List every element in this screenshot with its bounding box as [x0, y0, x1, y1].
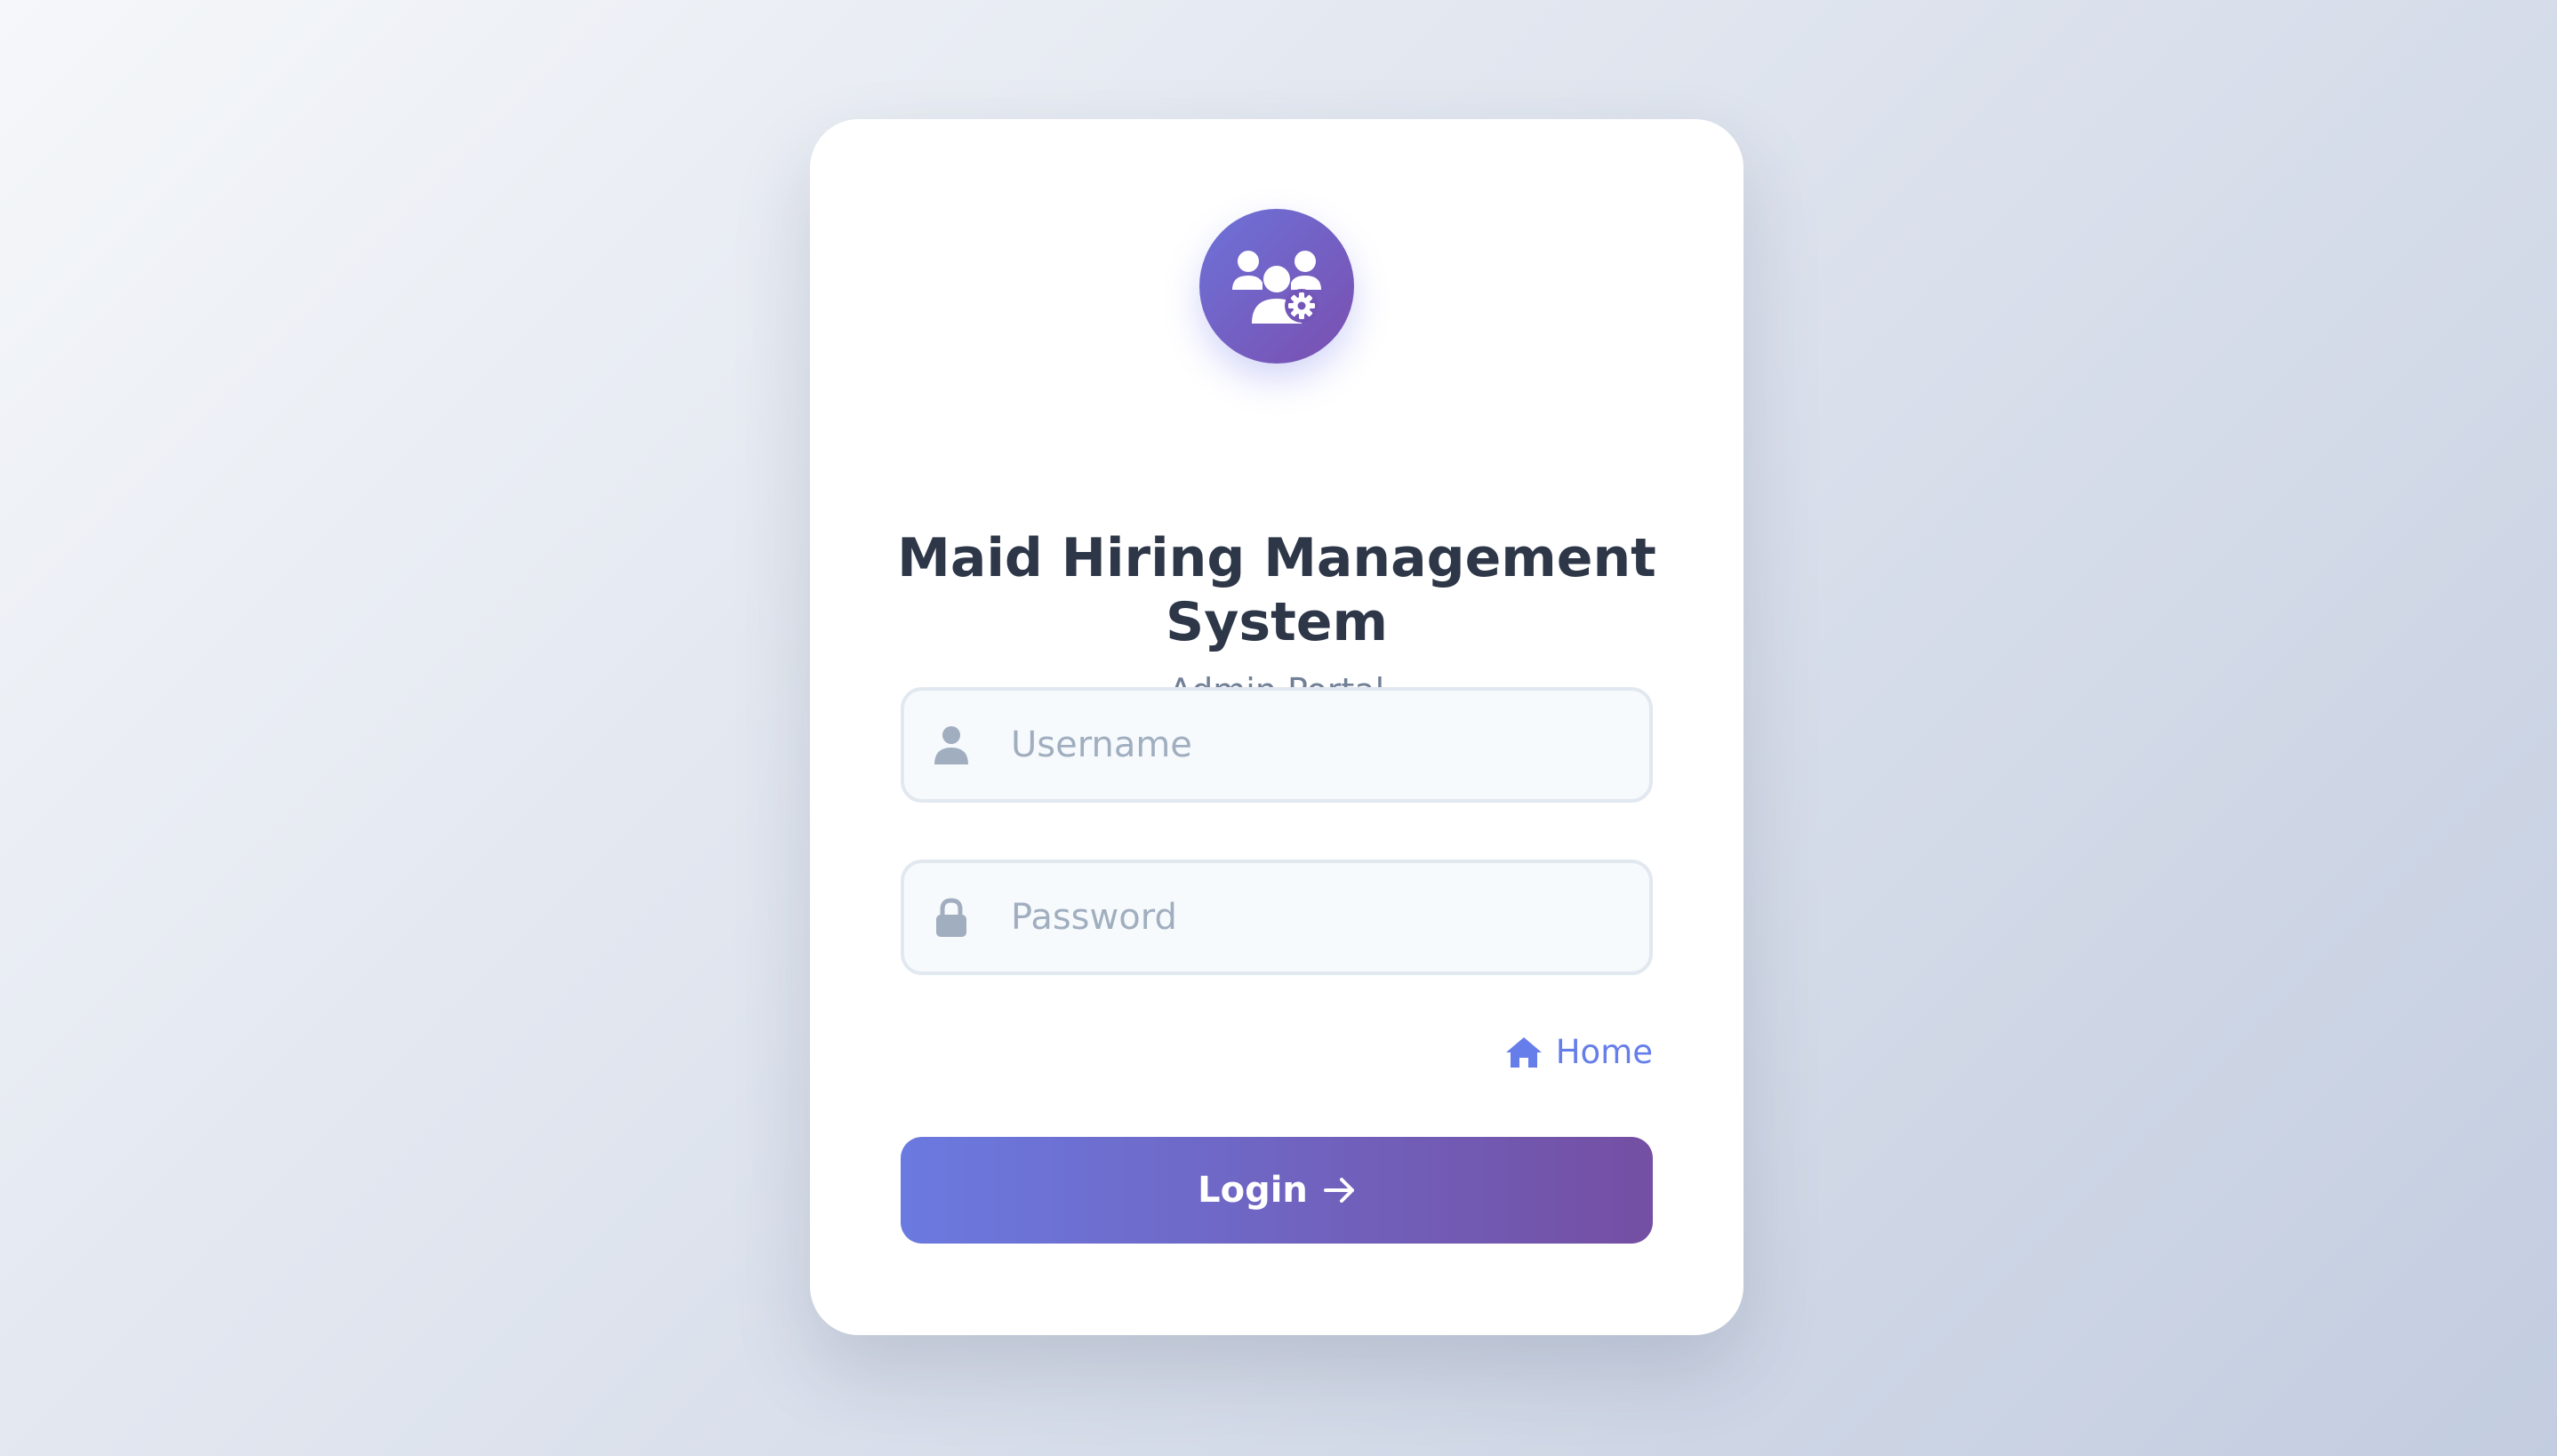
- login-button-label: Login: [1198, 1170, 1308, 1211]
- username-field-wrapper: [901, 687, 1653, 803]
- password-field-wrapper: [901, 860, 1653, 975]
- lock-icon: [934, 898, 968, 937]
- home-link[interactable]: Home: [1504, 1033, 1653, 1071]
- logo-badge: [1199, 209, 1354, 364]
- login-card: Maid Hiring Management System Admin Port…: [810, 119, 1743, 1335]
- arrow-right-icon: [1323, 1176, 1356, 1204]
- login-button[interactable]: Login: [901, 1137, 1653, 1244]
- home-link-label: Home: [1555, 1033, 1653, 1071]
- username-input[interactable]: [1011, 691, 1631, 799]
- home-icon: [1504, 1036, 1543, 1069]
- users-gear-icon: [1232, 249, 1321, 324]
- page-title: Maid Hiring Management System: [897, 527, 1656, 653]
- password-input[interactable]: [1011, 863, 1631, 972]
- user-icon: [934, 725, 968, 764]
